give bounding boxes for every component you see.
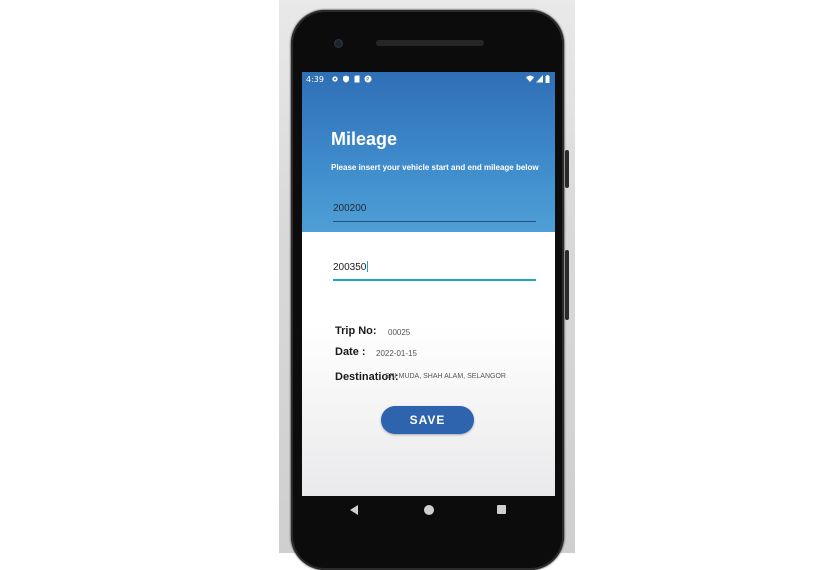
volume-button	[565, 250, 569, 320]
wifi-icon	[526, 75, 534, 85]
date-value: 2022-01-15	[376, 349, 417, 358]
destination-value: SRI MUDA, SHAH ALAM, SELANGOR	[385, 373, 506, 380]
back-icon[interactable]	[350, 505, 358, 515]
home-icon[interactable]	[424, 505, 434, 515]
earpiece-speaker	[376, 40, 484, 46]
text-cursor	[367, 261, 369, 272]
page-subtitle: Please insert your vehicle start and end…	[331, 163, 539, 172]
start-mileage-value: 200200	[333, 203, 367, 214]
trip-no-label: Trip No:	[335, 325, 377, 337]
date-label: Date :	[335, 346, 366, 358]
page-title: Mileage	[331, 129, 398, 149]
status-time: 4:39	[306, 75, 324, 84]
app-screen: 4:39 P Mileage Please insert your vehicl…	[302, 72, 555, 496]
shield-icon	[342, 75, 350, 83]
end-mileage-value: 200350	[333, 262, 367, 273]
signal-icon	[536, 75, 543, 85]
recents-icon[interactable]	[497, 505, 506, 514]
save-button[interactable]: SAVE	[381, 406, 474, 434]
start-mileage-input[interactable]: 200200	[333, 203, 536, 222]
sd-card-icon	[353, 75, 361, 83]
front-camera	[334, 39, 343, 48]
svg-text:P: P	[366, 77, 369, 83]
gear-icon	[331, 75, 339, 83]
end-mileage-input[interactable]: 200350	[333, 261, 536, 281]
power-button	[565, 150, 569, 188]
trip-no-value: 00025	[388, 328, 411, 337]
system-nav-bar	[302, 496, 555, 528]
status-bar: 4:39 P	[302, 72, 555, 88]
app-icon: P	[364, 75, 372, 83]
battery-icon	[545, 75, 550, 85]
